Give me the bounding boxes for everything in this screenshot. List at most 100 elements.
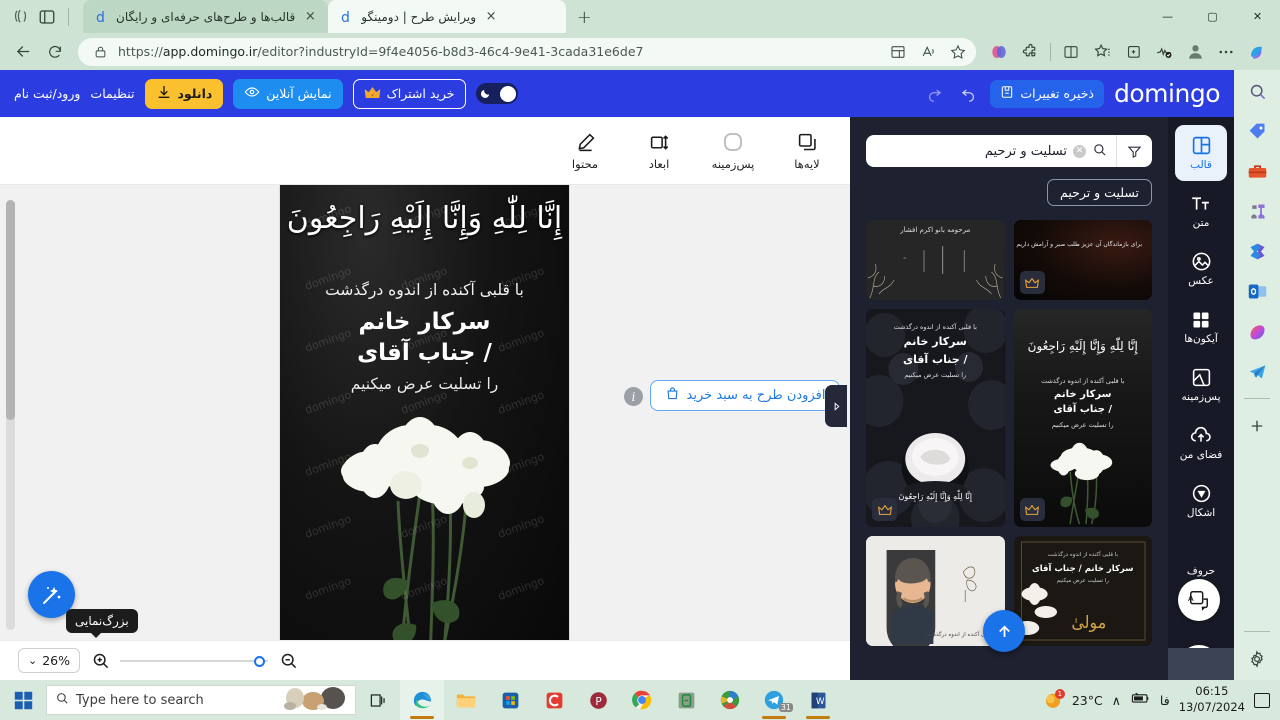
- online-preview-button[interactable]: نمایش آنلاین: [233, 78, 343, 109]
- tab-actions-icon[interactable]: [38, 8, 56, 26]
- telegram-icon[interactable]: [1244, 358, 1270, 384]
- rail-item-background[interactable]: پس‌زمینه: [1175, 357, 1227, 413]
- taskbar-app-green[interactable]: [664, 680, 708, 720]
- taskbar-app-potplayer[interactable]: P: [576, 680, 620, 720]
- fonts-icon[interactable]: A: [1178, 579, 1220, 621]
- login-register-link[interactable]: ورود/ثبت نام: [14, 86, 80, 101]
- zoom-level-select[interactable]: ⌄ 26%: [18, 648, 80, 673]
- task-view-icon[interactable]: [356, 680, 400, 720]
- window-maximize-button[interactable]: ▢: [1190, 0, 1235, 33]
- copilot-tabs-icon[interactable]: [10, 7, 32, 27]
- search-icon[interactable]: [1244, 78, 1270, 104]
- design-line-4[interactable]: را تسلیت عرض میکنیم: [280, 375, 569, 393]
- scroll-to-top-button[interactable]: [983, 610, 1025, 652]
- template-thumbnail[interactable]: برای بازماندگان آن عزیز طلب صبر و آرامش …: [1013, 220, 1152, 300]
- design-line-3[interactable]: / جناب آقای: [280, 340, 569, 366]
- add-to-cart-button[interactable]: افزودن طرح به سبد خرید: [650, 380, 840, 411]
- zoom-slider-handle[interactable]: [254, 655, 265, 667]
- taskbar-app-word[interactable]: W: [796, 680, 840, 720]
- shopping-tag-icon[interactable]: [1244, 118, 1270, 144]
- settings-more-icon[interactable]: [1211, 38, 1241, 66]
- browser-essentials-icon[interactable]: [1056, 38, 1086, 66]
- taskbar-app-edge[interactable]: [400, 680, 444, 720]
- browser-tab-2[interactable]: d ویرایش طرح | دومینگو ×: [328, 0, 567, 33]
- template-search-input[interactable]: تسلیت و ترحیم ✕: [866, 142, 1116, 161]
- template-thumbnail[interactable]: با قلبی آکنده از اندوه درگذشت سرکار خانم…: [866, 309, 1005, 527]
- notification-icon[interactable]: [1254, 692, 1270, 708]
- filter-funnel-icon[interactable]: [1116, 135, 1152, 167]
- copilot-icon[interactable]: [984, 38, 1014, 66]
- performance-icon[interactable]: [1149, 38, 1179, 66]
- copilot-sidebar-icon[interactable]: [1242, 38, 1272, 66]
- taskbar-app-chrome[interactable]: [620, 680, 664, 720]
- address-bar[interactable]: https://app.domingo.ir/editor?industryId…: [78, 37, 976, 66]
- template-thumbnail[interactable]: مرحومه بانو اکرم افشار: [866, 220, 1005, 300]
- zoom-out-icon[interactable]: [274, 647, 302, 675]
- outlook-icon[interactable]: [1244, 278, 1270, 304]
- tray-chevron-icon[interactable]: ∧: [1112, 693, 1121, 708]
- info-icon[interactable]: i: [624, 387, 643, 406]
- tool-content[interactable]: محتوا: [558, 130, 612, 171]
- rail-item-icons[interactable]: آیکون‌ها: [1175, 299, 1227, 355]
- microsoft-365-icon[interactable]: [1244, 238, 1270, 264]
- filter-chip[interactable]: تسلیت و ترحیم: [1047, 179, 1152, 206]
- games-icon[interactable]: [1244, 198, 1270, 224]
- collections-icon[interactable]: [1118, 38, 1148, 66]
- favorites-list-icon[interactable]: [1087, 38, 1117, 66]
- split-screen-icon[interactable]: [886, 40, 910, 64]
- tool-background[interactable]: پس‌زمینه: [706, 130, 760, 171]
- taskbar-app-telegram[interactable]: 31: [752, 680, 796, 720]
- favorite-star-icon[interactable]: [946, 40, 970, 64]
- rail-item-template[interactable]: قالب: [1175, 125, 1227, 181]
- read-aloud-icon[interactable]: [916, 40, 940, 64]
- canvas-scrollbar-thumb[interactable]: [6, 200, 15, 420]
- settings-link[interactable]: تنظیمات: [90, 86, 134, 101]
- tab-1-close-icon[interactable]: ×: [302, 9, 318, 25]
- reload-button[interactable]: [40, 38, 70, 66]
- taskbar-app-camtasia[interactable]: [532, 680, 576, 720]
- tab-2-close-icon[interactable]: ×: [483, 9, 499, 25]
- design-line-2[interactable]: سرکار خانم: [280, 309, 569, 335]
- theme-toggle[interactable]: [475, 83, 518, 104]
- new-tab-button[interactable]: +: [570, 3, 598, 31]
- taskbar-search-box[interactable]: Type here to search: [46, 685, 356, 715]
- rail-item-image[interactable]: عکس: [1175, 241, 1227, 297]
- design-line-1[interactable]: با قلبی آکنده از اندوه درگذشت: [280, 281, 569, 299]
- design-calligraphy[interactable]: إِنَّا لِلّٰهِ وَإِنَّا إِلَيْهِ رَاجِعُ…: [280, 199, 569, 240]
- designer-icon[interactable]: [1244, 318, 1270, 344]
- canvas-area[interactable]: إِنَّا لِلّٰهِ وَإِنَّا إِلَيْهِ رَاجِعُ…: [0, 185, 850, 640]
- settings-gear-icon[interactable]: [1244, 646, 1270, 672]
- design-canvas[interactable]: إِنَّا لِلّٰهِ وَإِنَّا إِلَيْهِ رَاجِعُ…: [280, 185, 569, 640]
- back-button[interactable]: [8, 38, 38, 66]
- template-thumbnail[interactable]: إِنَّا لِلّٰهِ وَإِنَّا إِلَيْهِ رَاجِعُ…: [1013, 309, 1152, 527]
- save-changes-button[interactable]: ذخیره تغییرات: [990, 79, 1105, 108]
- weather-sun-icon[interactable]: 1: [1043, 689, 1065, 710]
- windows-start-icon[interactable]: [0, 680, 46, 720]
- rail-item-text[interactable]: متن: [1175, 183, 1227, 239]
- battery-icon[interactable]: [1130, 690, 1151, 710]
- template-thumbnail[interactable]: مولیٰ با قلبی آکنده از اندوه درگذشت سرکا…: [1013, 536, 1152, 646]
- tool-layers[interactable]: لایه‌ها: [780, 130, 834, 171]
- rail-item-myspace[interactable]: فضای من: [1175, 415, 1227, 471]
- download-button[interactable]: دانلود: [144, 78, 224, 109]
- taskbar-app-file-explorer[interactable]: [444, 680, 488, 720]
- undo-arrow-icon[interactable]: [956, 82, 980, 106]
- extensions-icon[interactable]: [1015, 38, 1045, 66]
- tools-icon[interactable]: [1244, 158, 1270, 184]
- taskbar-app-idm[interactable]: [708, 680, 752, 720]
- language-fa-icon[interactable]: فا: [1160, 693, 1170, 708]
- subscribe-button[interactable]: خرید اشتراک: [352, 78, 466, 109]
- taskbar-app-microsoft-store[interactable]: [488, 680, 532, 720]
- tool-dimensions[interactable]: ابعاد: [632, 130, 686, 171]
- panel-collapse-handle[interactable]: [825, 385, 847, 427]
- profile-icon[interactable]: [1180, 38, 1210, 66]
- window-minimize-button[interactable]: —: [1145, 0, 1190, 33]
- add-icon[interactable]: [1244, 413, 1270, 439]
- redo-arrow-icon[interactable]: [922, 82, 946, 106]
- zoom-in-icon[interactable]: [86, 647, 114, 675]
- weather-temperature[interactable]: 23°C: [1072, 693, 1103, 708]
- taskbar-clock[interactable]: 06:15 13/07/2024: [1179, 684, 1245, 715]
- browser-tab-1[interactable]: d قالب‌ها و طرح‌های حرفه‌ای و رایگان ×: [83, 0, 329, 33]
- clear-x-icon[interactable]: ✕: [1073, 144, 1086, 158]
- window-close-button[interactable]: ✕: [1235, 0, 1280, 33]
